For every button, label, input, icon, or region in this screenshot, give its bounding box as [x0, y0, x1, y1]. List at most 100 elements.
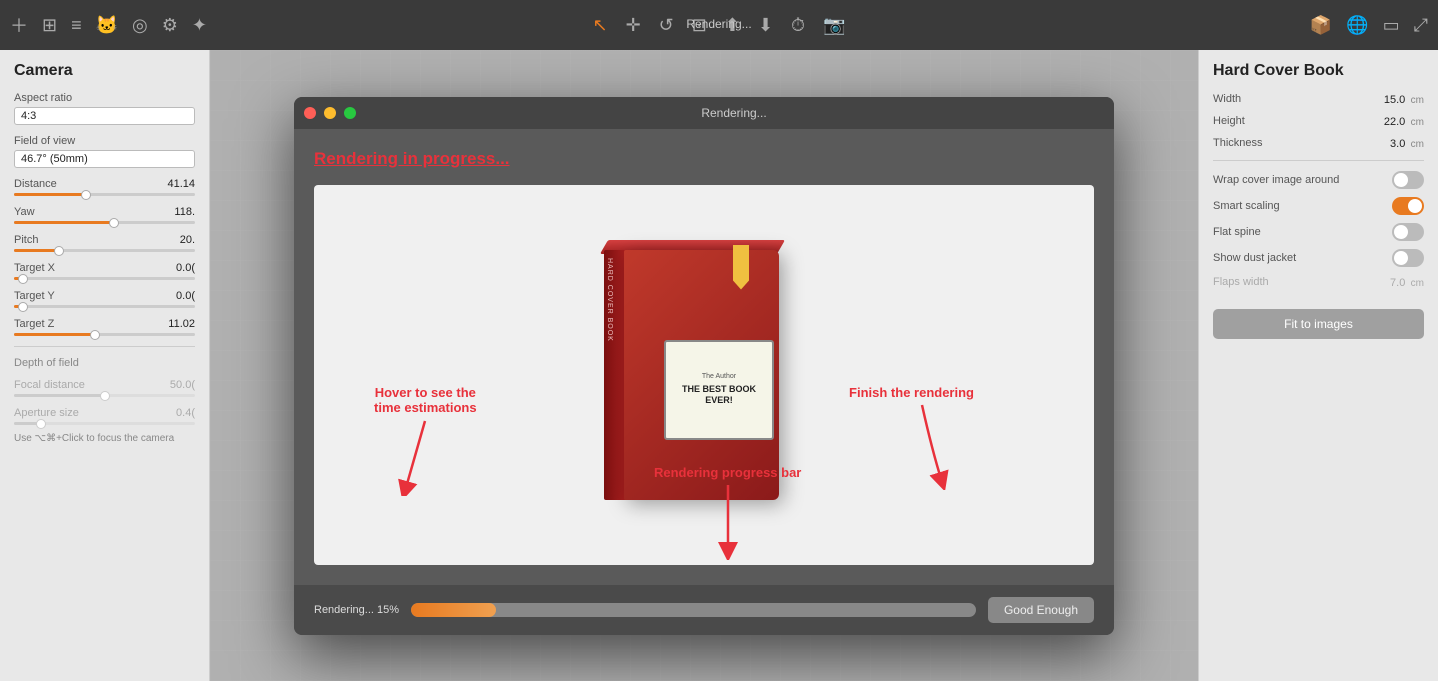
target-icon[interactable]: ◎ [132, 15, 148, 36]
hover-arrow [395, 416, 455, 496]
undo-icon[interactable]: ↺ [659, 15, 674, 36]
rendering-modal: Rendering... Rendering in progress... HA… [294, 97, 1114, 635]
toolbar-left: ＋ ⊞ ≡ 🐱 ◎ ⚙ ✦ [10, 12, 207, 38]
footer-tip: Use ⌥⌘+Click to focus the camera [14, 433, 195, 444]
camera-icon[interactable]: 📷 [823, 15, 845, 36]
panel-right-icon[interactable]: ▭ [1383, 15, 1400, 36]
focal-slider-row: Focal distance 50.0( [14, 379, 195, 391]
dof-label: Depth of field [14, 357, 195, 369]
grid-icon[interactable]: ⊞ [42, 15, 57, 36]
focal-label: Focal distance [14, 379, 155, 391]
add-icon[interactable]: ＋ [10, 12, 28, 38]
good-enough-button[interactable]: Good Enough [988, 597, 1094, 623]
finish-annotation: Finish the rendering [849, 385, 974, 494]
aperture-slider[interactable] [14, 422, 195, 425]
wrap-cover-label: Wrap cover image around [1213, 174, 1339, 186]
wrap-cover-toggle[interactable] [1392, 171, 1424, 189]
book-illustration: HARD COVER BOOK The Author THE BEST BOOK… [604, 240, 804, 510]
wrap-cover-knob [1394, 173, 1408, 187]
aspect-ratio-value[interactable]: 4:3 [14, 107, 195, 125]
main-layout: Camera Aspect ratio 4:3 Field of view 46… [0, 50, 1438, 681]
book-author: The Author [702, 373, 736, 380]
globe-icon[interactable]: 🌐 [1346, 15, 1368, 36]
yaw-value: 118. [155, 206, 195, 218]
modal-body: Rendering in progress... HARD COVER BOOK [294, 129, 1114, 585]
sun-icon[interactable]: ✦ [192, 15, 207, 36]
targetz-slider[interactable] [14, 333, 195, 336]
center-area: Rendering... Rendering in progress... HA… [210, 50, 1198, 681]
close-button[interactable] [304, 107, 316, 119]
finish-arrow [872, 400, 952, 490]
pitch-slider[interactable] [14, 249, 195, 252]
fov-value[interactable]: 46.7° (50mm) [14, 150, 195, 168]
distance-value: 41.14 [155, 178, 195, 190]
hover-annotation: Hover to see thetime estimations [374, 385, 477, 499]
flaps-width-value: 7.0 [1390, 277, 1405, 289]
dust-jacket-toggle[interactable] [1392, 249, 1424, 267]
aperture-value: 0.4( [155, 407, 195, 419]
focal-slider[interactable] [14, 394, 195, 397]
dust-jacket-row: Show dust jacket [1213, 249, 1424, 267]
book-title: THE BEST BOOK EVER! [682, 384, 756, 406]
settings-icon[interactable]: ⚙ [162, 15, 178, 36]
clock-icon[interactable]: ⏱ [791, 15, 805, 36]
person-icon[interactable]: 🐱 [96, 15, 118, 36]
download-icon[interactable]: ⬇ [758, 15, 773, 36]
flaps-width-label: Flaps width [1213, 276, 1269, 288]
thickness-value: 3.0 [1390, 138, 1405, 150]
pitch-label: Pitch [14, 234, 155, 246]
minimize-button[interactable] [324, 107, 336, 119]
cursor-icon[interactable]: ↖ [592, 15, 607, 36]
modal-overlay: Rendering... Rendering in progress... HA… [210, 50, 1198, 681]
smart-scaling-toggle[interactable] [1392, 197, 1424, 215]
smart-scaling-label: Smart scaling [1213, 200, 1280, 212]
yaw-slider-row: Yaw 118. [14, 206, 195, 218]
targetx-label: Target X [14, 262, 155, 274]
targetx-value: 0.0( [155, 262, 195, 274]
targetx-slider-row: Target X 0.0( [14, 262, 195, 274]
thickness-row: Thickness 3.0 cm [1213, 136, 1424, 150]
modal-window-title: Rendering... [364, 106, 1104, 120]
camera-panel-title: Camera [14, 62, 195, 80]
list-icon[interactable]: ≡ [71, 15, 82, 36]
move-icon[interactable]: ✛ [626, 15, 641, 36]
left-panel: Camera Aspect ratio 4:3 Field of view 46… [0, 50, 210, 681]
progress-bar-fill [411, 603, 496, 617]
rendering-header: Rendering in progress... [314, 149, 1094, 169]
width-row: Width 15.0 cm [1213, 92, 1424, 106]
yaw-slider[interactable] [14, 221, 195, 224]
book-spine: HARD COVER BOOK [604, 250, 626, 500]
distance-slider-row: Distance 41.14 [14, 178, 195, 190]
targety-label: Target Y [14, 290, 155, 302]
targetx-slider[interactable] [14, 277, 195, 280]
targetz-value: 11.02 [155, 318, 195, 330]
fit-to-images-button[interactable]: Fit to images [1213, 309, 1424, 339]
pitch-value: 20. [155, 234, 195, 246]
bookmark [733, 245, 749, 290]
height-label: Height [1213, 115, 1245, 127]
height-value: 22.0 [1384, 116, 1405, 128]
book-main: The Author THE BEST BOOK EVER! [624, 250, 779, 500]
render-status: Rendering... 15% [314, 604, 399, 616]
distance-slider[interactable] [14, 193, 195, 196]
thickness-unit: cm [1411, 139, 1424, 150]
flat-spine-row: Flat spine [1213, 223, 1424, 241]
targetz-label: Target Z [14, 318, 155, 330]
width-label: Width [1213, 93, 1241, 105]
fov-label: Field of view [14, 135, 195, 147]
targety-slider[interactable] [14, 305, 195, 308]
dust-jacket-knob [1394, 251, 1408, 265]
smart-scaling-row: Smart scaling [1213, 197, 1424, 215]
box3d-icon[interactable]: 📦 [1310, 15, 1332, 36]
expand-icon[interactable]: ⤢ [1414, 15, 1428, 36]
right-panel-title: Hard Cover Book [1213, 62, 1424, 80]
targetz-slider-row: Target Z 11.02 [14, 318, 195, 330]
width-value: 15.0 [1384, 94, 1405, 106]
aperture-slider-row: Aperture size 0.4( [14, 407, 195, 419]
flaps-width-row: Flaps width 7.0 cm [1213, 275, 1424, 289]
height-unit: cm [1411, 117, 1424, 128]
maximize-button[interactable] [344, 107, 356, 119]
yaw-label: Yaw [14, 206, 155, 218]
book-label: The Author THE BEST BOOK EVER! [664, 340, 774, 440]
flat-spine-toggle[interactable] [1392, 223, 1424, 241]
